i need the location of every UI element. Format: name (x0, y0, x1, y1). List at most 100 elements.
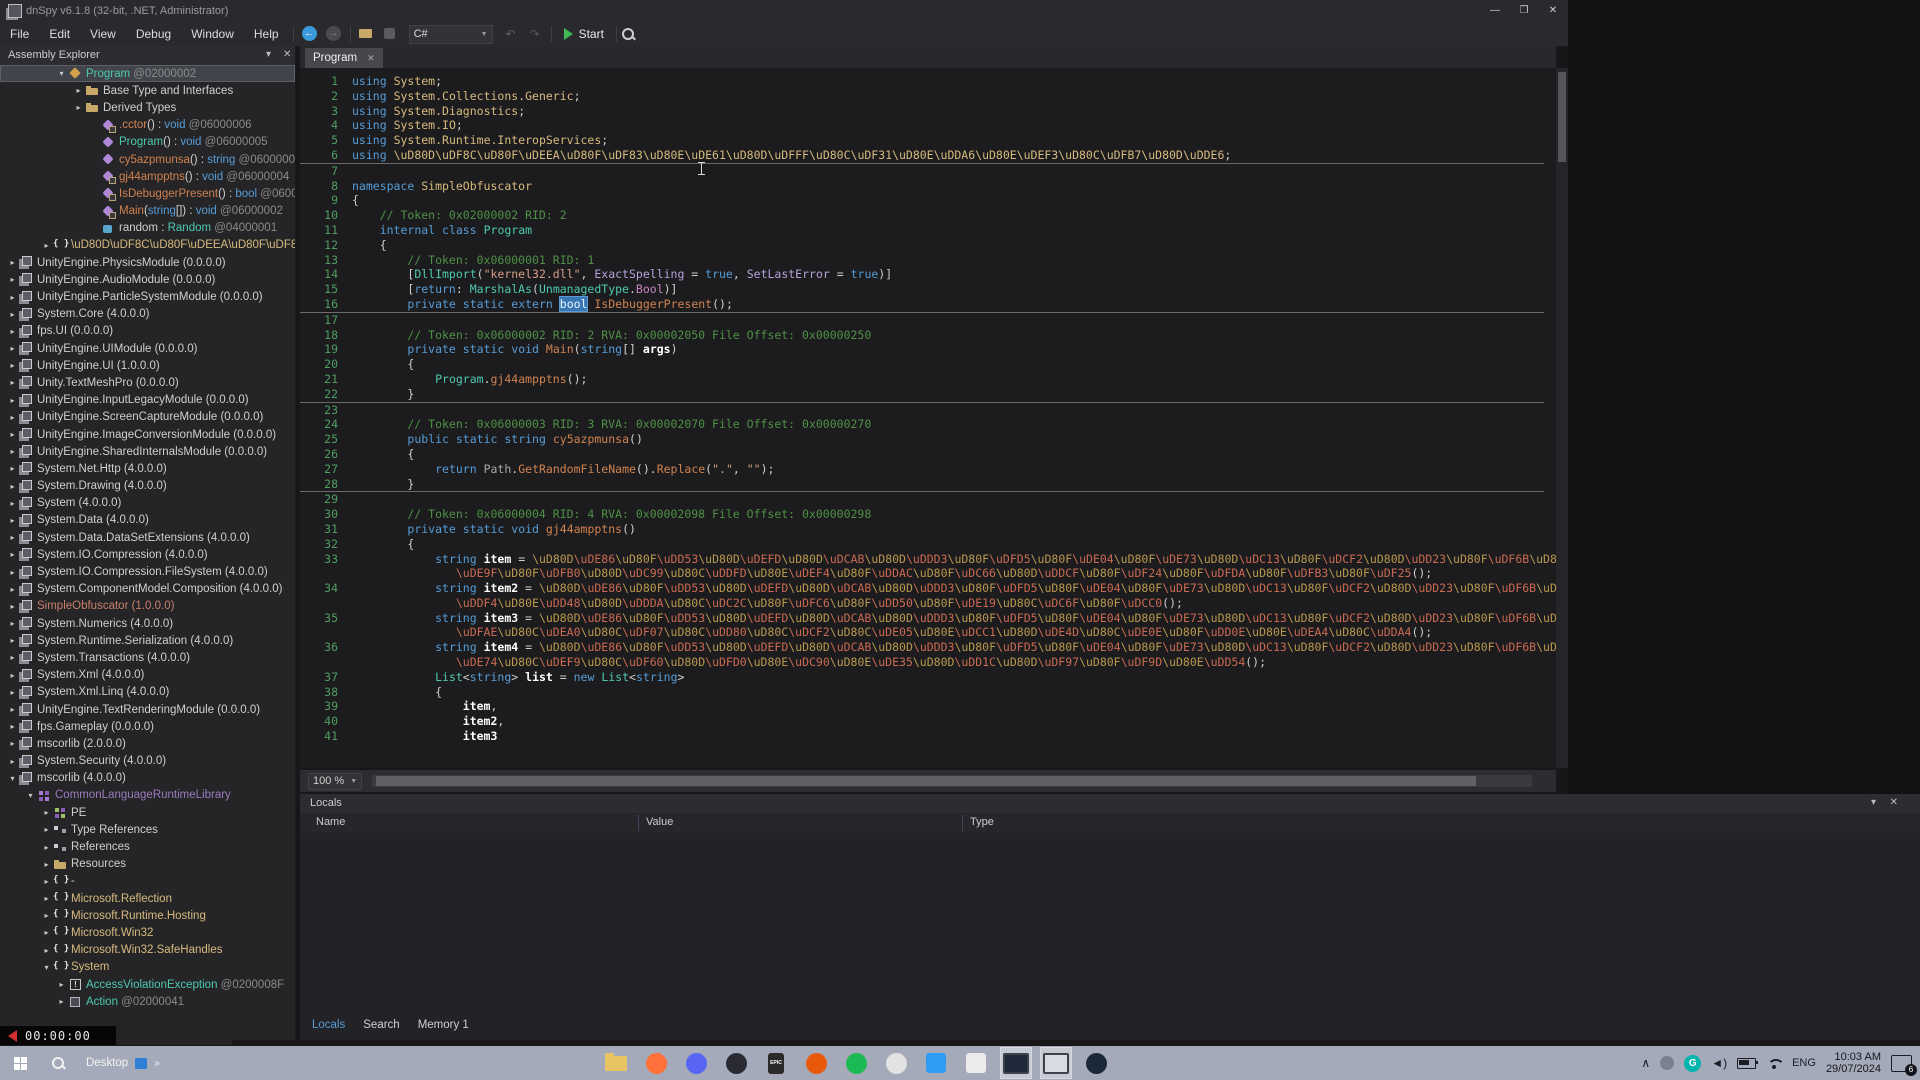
taskbar-app-spotify[interactable] (841, 1048, 871, 1078)
navigate-forward-icon[interactable]: → (324, 25, 344, 43)
tree-item[interactable]: ▸Base Type and Interfaces (0, 82, 295, 99)
expander-icon[interactable]: ▸ (6, 619, 19, 628)
expander-icon[interactable]: ▸ (6, 585, 19, 594)
expander-icon[interactable]: ▸ (40, 860, 53, 869)
expander-icon[interactable]: ▸ (6, 499, 19, 508)
tree-item[interactable]: ▸Unity.TextMeshPro (0.0.0.0) (0, 374, 295, 391)
taskbar-search-button[interactable] (40, 1046, 76, 1080)
taskbar-app-steam[interactable] (1081, 1048, 1111, 1078)
tree-item[interactable]: ▸Action @02000041 (0, 993, 295, 1010)
hidden-icons-caret[interactable]: ∧ (1641, 1056, 1650, 1070)
tree-item[interactable]: ▸System.Xml (4.0.0.0) (0, 667, 295, 684)
expander-icon[interactable]: ▾ (6, 774, 19, 783)
tree-item[interactable]: ▸System.IO.Compression (4.0.0.0) (0, 546, 295, 563)
tree-item[interactable]: ▸References (0, 838, 295, 855)
tree-item[interactable]: random : Random @04000001 (0, 220, 295, 237)
expander-icon[interactable]: ▸ (6, 344, 19, 353)
expander-icon[interactable]: ▸ (6, 413, 19, 422)
desktop-toolbar[interactable]: Desktop » (86, 1057, 160, 1069)
tree-item[interactable]: ▸UnityEngine.ImageConversionModule (0.0.… (0, 426, 295, 443)
tree-item[interactable]: ▸UnityEngine.PhysicsModule (0.0.0.0) (0, 254, 295, 271)
panel-menu-icon[interactable]: ▾ (266, 49, 271, 60)
language-indicator[interactable]: ENG (1792, 1057, 1816, 1069)
tree-item[interactable]: ▸UnityEngine.InputLegacyModule (0.0.0.0) (0, 392, 295, 409)
tool-tab-memory-1[interactable]: Memory 1 (418, 1019, 469, 1031)
tool-tab-search[interactable]: Search (363, 1019, 399, 1031)
menu-file[interactable]: File (0, 22, 39, 46)
expander-icon[interactable]: ▸ (6, 757, 19, 766)
tree-item[interactable]: gj44ampptns() : void @06000004 (0, 168, 295, 185)
code-editor[interactable]: 1using System;2using System.Collections.… (300, 68, 1556, 768)
tree-item[interactable]: Program() : void @06000005 (0, 134, 295, 151)
expander-icon[interactable]: ▾ (40, 963, 53, 972)
menu-window[interactable]: Window (181, 22, 244, 46)
tree-item[interactable]: ▸System.Xml.Linq (4.0.0.0) (0, 684, 295, 701)
tree-item[interactable]: ▸System (4.0.0.0) (0, 495, 295, 512)
expander-icon[interactable]: ▸ (6, 705, 19, 714)
tree-item[interactable]: ▸System.Data (4.0.0.0) (0, 512, 295, 529)
expander-icon[interactable]: ▸ (6, 464, 19, 473)
expander-icon[interactable]: ▸ (6, 688, 19, 697)
tree-item[interactable]: ▸System.Net.Http (4.0.0.0) (0, 460, 295, 477)
column-divider[interactable] (962, 815, 963, 831)
tray-app-icon[interactable] (1660, 1056, 1674, 1070)
expander-icon[interactable]: ▸ (6, 739, 19, 748)
taskbar-clock[interactable]: 10:03 AM 29/07/2024 (1826, 1051, 1881, 1075)
tree-item[interactable]: ▸UnityEngine.ScreenCaptureModule (0.0.0.… (0, 409, 295, 426)
tree-item[interactable]: ▸System.Data.DataSetExtensions (4.0.0.0) (0, 529, 295, 546)
menu-edit[interactable]: Edit (39, 22, 80, 46)
column-divider[interactable] (638, 815, 639, 831)
tree-item[interactable]: ▸SimpleObfuscator (1.0.0.0) (0, 598, 295, 615)
tree-item[interactable]: ▸UnityEngine.ParticleSystemModule (0.0.0… (0, 288, 295, 305)
taskbar-app-code-window[interactable] (1001, 1048, 1031, 1078)
tree-item[interactable]: ▸System.Security (4.0.0.0) (0, 753, 295, 770)
taskbar-app-firefox[interactable] (641, 1048, 671, 1078)
expander-icon[interactable]: ▸ (6, 327, 19, 336)
tree-item[interactable]: IsDebuggerPresent() : bool @06000001 (0, 185, 295, 202)
expander-icon[interactable]: ▸ (6, 430, 19, 439)
scrollbar-thumb[interactable] (376, 776, 1476, 786)
tree-item[interactable]: ▸Microsoft.Runtime.Hosting (0, 907, 295, 924)
tree-item[interactable]: ▸System.ComponentModel.Composition (4.0.… (0, 581, 295, 598)
tree-item[interactable]: ▸System.Transactions (4.0.0.0) (0, 649, 295, 666)
expander-icon[interactable]: ▸ (6, 550, 19, 559)
expander-icon[interactable]: ▸ (6, 310, 19, 319)
expander-icon[interactable]: ▸ (6, 396, 19, 405)
tree-item[interactable]: ▸\uD80D\uDF8C\uD80F\uDEEA\uD80F\uDF83\uD… (0, 237, 295, 254)
panel-close-icon[interactable]: ✕ (283, 49, 291, 60)
tree-item[interactable]: ▸Microsoft.Reflection (0, 890, 295, 907)
volume-icon[interactable]: ◄) (1711, 1056, 1727, 1070)
expander-icon[interactable]: ▸ (40, 911, 53, 920)
tree-item[interactable]: ▸Microsoft.Win32 (0, 924, 295, 941)
expander-icon[interactable]: ▸ (40, 843, 53, 852)
taskbar-app-file-explorer[interactable] (601, 1048, 631, 1078)
taskbar-app-epic-games[interactable]: EPIC (761, 1048, 791, 1078)
tree-item[interactable]: cy5azpmunsa() : string @06000003 (0, 151, 295, 168)
reload-assemblies-icon[interactable] (381, 25, 401, 43)
tree-item[interactable]: ▸System.Numerics (4.0.0.0) (0, 615, 295, 632)
expander-icon[interactable]: ▸ (40, 928, 53, 937)
tree-item[interactable]: ▾Program @02000002 (0, 65, 295, 82)
tree-item[interactable]: Main(string[]) : void @06000002 (0, 203, 295, 220)
expander-icon[interactable]: ▸ (6, 568, 19, 577)
editor-horizontal-scrollbar[interactable] (372, 775, 1532, 787)
tree-item[interactable]: ▸UnityEngine.TextRenderingModule (0.0.0.… (0, 701, 295, 718)
expander-icon[interactable]: ▸ (40, 808, 53, 817)
search-icon[interactable] (621, 27, 635, 41)
expander-icon[interactable]: ▾ (24, 791, 37, 800)
wifi-icon[interactable] (1766, 1058, 1782, 1069)
expander-icon[interactable]: ▸ (6, 447, 19, 456)
expander-icon[interactable]: ▸ (6, 722, 19, 731)
notification-center-icon[interactable]: 6 (1891, 1055, 1912, 1072)
tree-item[interactable]: ▾CommonLanguageRuntimeLibrary (0, 787, 295, 804)
tree-item[interactable]: ▸- (0, 873, 295, 890)
tool-tab-locals[interactable]: Locals (312, 1019, 345, 1031)
expander-icon[interactable]: ▸ (55, 997, 68, 1006)
tree-item[interactable]: ▸PE (0, 804, 295, 821)
expander-icon[interactable]: ▸ (72, 103, 85, 112)
tree-item[interactable]: ▸UnityEngine.UIModule (0.0.0.0) (0, 340, 295, 357)
tree-item[interactable]: .cctor() : void @06000006 (0, 117, 295, 134)
taskbar-app-vscode[interactable] (921, 1048, 951, 1078)
taskbar-app-dark-red-app[interactable] (721, 1048, 751, 1078)
expander-icon[interactable]: ▸ (40, 894, 53, 903)
